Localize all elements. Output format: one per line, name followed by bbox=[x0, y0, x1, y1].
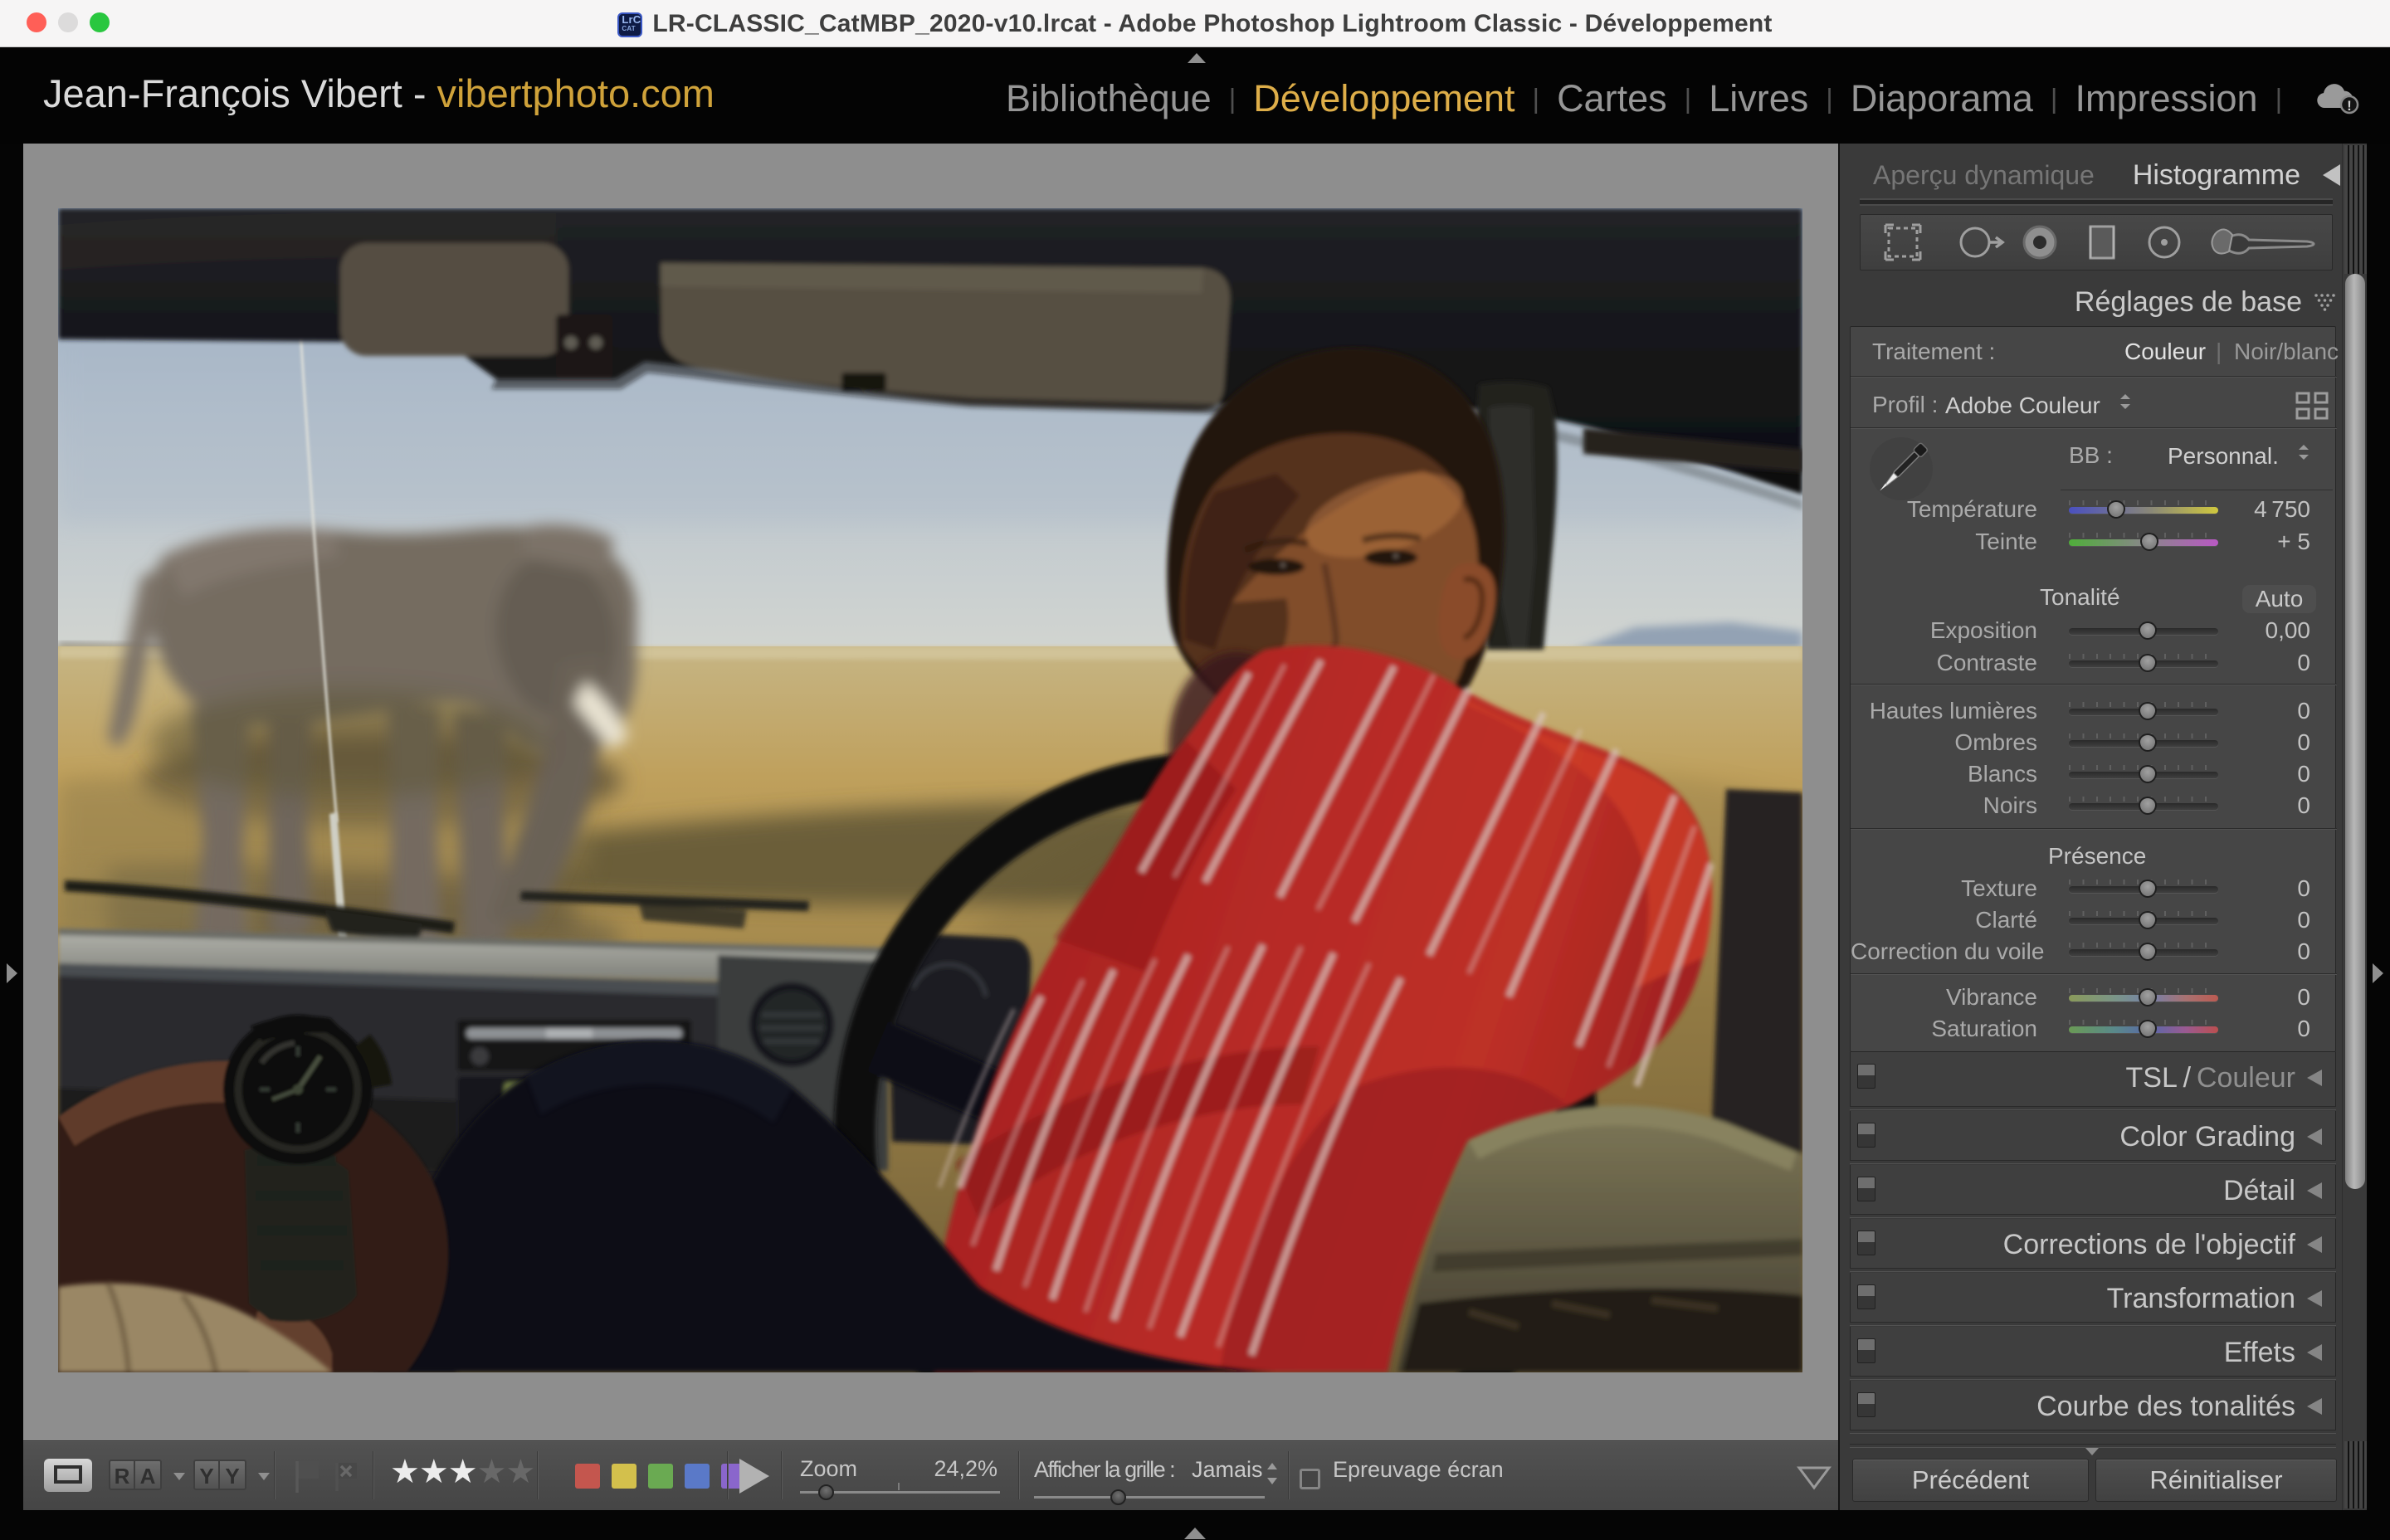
svg-text:!: ! bbox=[2347, 98, 2352, 114]
